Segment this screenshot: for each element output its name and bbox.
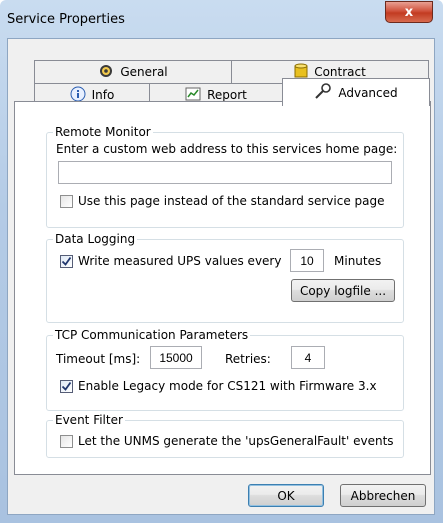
timeout-input[interactable] bbox=[150, 346, 202, 369]
retries-label: Retries: bbox=[225, 352, 271, 366]
tab-general[interactable]: General bbox=[34, 60, 232, 83]
title-bar[interactable]: Service Properties x bbox=[0, 0, 443, 40]
use-page-label: Use this page instead of the standard se… bbox=[78, 194, 385, 208]
use-page-checkbox[interactable] bbox=[60, 195, 73, 208]
tab-general-label: General bbox=[120, 65, 168, 79]
interval-input[interactable] bbox=[290, 249, 324, 272]
tab-report-label: Report bbox=[207, 88, 247, 102]
tab-info-label: Info bbox=[91, 88, 115, 102]
general-fault-checkbox[interactable] bbox=[60, 435, 73, 448]
ok-button[interactable]: OK bbox=[248, 484, 324, 507]
gear-icon bbox=[98, 63, 114, 82]
close-icon: x bbox=[404, 4, 414, 20]
tab-advanced[interactable]: Advanced bbox=[282, 78, 430, 106]
copy-logfile-button[interactable]: Copy logfile ... bbox=[291, 279, 395, 302]
tcp-parameters-title: TCP Communication Parameters bbox=[53, 328, 251, 342]
wrench-icon bbox=[314, 82, 332, 103]
data-logging-title: Data Logging bbox=[53, 232, 138, 246]
legacy-mode-label: Enable Legacy mode for CS121 with Firmwa… bbox=[78, 379, 377, 393]
legacy-mode-checkbox[interactable] bbox=[60, 380, 73, 393]
window-title: Service Properties bbox=[7, 12, 125, 27]
web-address-input[interactable] bbox=[58, 161, 392, 184]
event-filter-title: Event Filter bbox=[53, 413, 125, 427]
service-properties-window: Service Properties x General Contract In… bbox=[0, 0, 443, 523]
interval-unit-label: Minutes bbox=[334, 254, 382, 268]
timeout-label: Timeout [ms]: bbox=[56, 352, 141, 366]
general-fault-label: Let the UNMS generate the 'upsGeneralFau… bbox=[78, 434, 394, 448]
checkmark-icon bbox=[61, 256, 72, 266]
advanced-tab-panel: Remote Monitor Enter a custom web addres… bbox=[14, 101, 431, 475]
retries-input[interactable] bbox=[291, 346, 325, 369]
remote-monitor-prompt: Enter a custom web address to this servi… bbox=[56, 142, 398, 156]
tab-contract-label: Contract bbox=[314, 65, 366, 79]
tab-advanced-label: Advanced bbox=[338, 85, 398, 100]
write-values-label: Write measured UPS values every bbox=[78, 254, 282, 268]
checkmark-icon bbox=[61, 381, 72, 391]
write-values-checkbox[interactable] bbox=[60, 255, 73, 268]
remote-monitor-title: Remote Monitor bbox=[53, 125, 153, 139]
cancel-button[interactable]: Abbrechen bbox=[340, 484, 426, 507]
tcp-parameters-group: TCP Communication Parameters bbox=[46, 328, 404, 411]
close-button[interactable]: x bbox=[385, 1, 433, 23]
